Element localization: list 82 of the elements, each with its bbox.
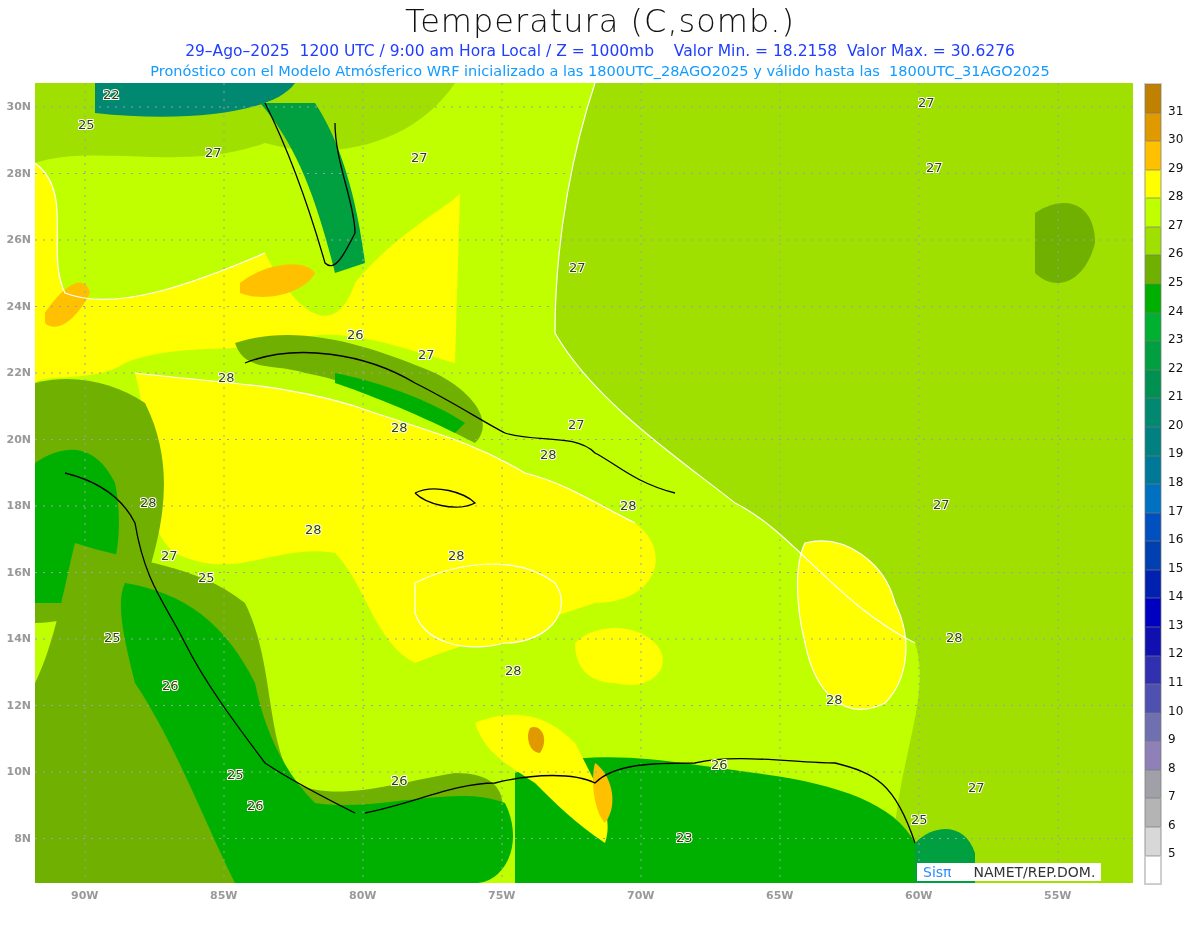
longitude-label: 60W — [905, 889, 933, 902]
longitude-label: 55W — [1044, 889, 1072, 902]
contour-label: 28 — [620, 498, 637, 513]
contour-label: 27 — [205, 145, 222, 160]
colorbar-label: 31 — [1168, 103, 1184, 118]
longitude-label: 75W — [488, 889, 516, 902]
colorbar-label: 19 — [1168, 446, 1184, 461]
credit-logo: Sisπ — [923, 864, 952, 880]
longitude-label: 70W — [627, 889, 655, 902]
colorbar-label: 16 — [1168, 532, 1184, 547]
latitude-label: 10N — [6, 765, 31, 778]
colorbar-label: 24 — [1168, 303, 1184, 318]
chart-description: Pronóstico con el Modelo Atmósferico WRF inicializado a las 1800UTC_28AGO2025 y válido hasta las 1800UTC_31AGO2025 — [150, 63, 1050, 79]
contour-label: 27 — [569, 260, 586, 275]
contour-label: 28 — [218, 370, 235, 385]
contour-label: 28 — [305, 522, 322, 537]
colorbar-label: 29 — [1168, 160, 1184, 175]
colorbar-label: 13 — [1168, 617, 1184, 632]
chart-subtitle: 29–Ago–2025 1200 UTC / 9:00 am Hora Local / Z = 1000mb Valor Min. = 18.2158 Valor Max. = 30.6276 — [185, 42, 1015, 60]
contour-label: 26 — [347, 327, 364, 342]
contour-label: 27 — [926, 160, 943, 175]
contour-label: 26 — [162, 678, 179, 693]
contour-label: 27 — [161, 548, 178, 563]
colorbar-label: 11 — [1168, 675, 1184, 689]
colorbar-label: 6 — [1168, 817, 1176, 832]
contour-label: 28 — [391, 420, 408, 435]
latitude-label: 24N — [6, 299, 31, 313]
contour-label: 25 — [104, 630, 121, 645]
longitude-label: 90W — [71, 889, 99, 902]
colorbar-label: 9 — [1168, 732, 1176, 747]
contour-label: 27 — [968, 780, 985, 795]
colorbar-label: 25 — [1168, 275, 1184, 289]
latitude-label: 14N — [6, 632, 31, 645]
contour-label: 23 — [676, 830, 693, 845]
latitude-label: 30N — [6, 100, 31, 113]
colorbar-label: 23 — [1168, 332, 1184, 347]
credit-text: NAMET/REP.DOM. — [973, 864, 1096, 880]
longitude-label: 80W — [349, 889, 377, 902]
latitude-label: 26N — [6, 233, 31, 246]
colorbar-label: 18 — [1168, 475, 1184, 489]
colorbar-label: 12 — [1168, 646, 1184, 661]
colorbar-label: 22 — [1168, 360, 1184, 375]
colorbar-label: 5 — [1168, 846, 1176, 861]
contour-label: 28 — [140, 495, 157, 510]
contour-label: 27 — [411, 150, 428, 165]
contour-label: 28 — [448, 548, 465, 563]
latitude-label: 18N — [6, 499, 31, 512]
contour-label: 28 — [540, 447, 557, 462]
longitude-label: 65W — [766, 889, 794, 902]
contour-label: 27 — [418, 347, 435, 362]
colorbar-label: 7 — [1168, 789, 1176, 804]
colorbar-label: 26 — [1168, 246, 1184, 261]
contour-label: 25 — [227, 767, 244, 782]
contour-label: 25 — [198, 570, 215, 585]
contour-label: 22 — [103, 87, 120, 102]
chart-title: Temperatura (C,somb.) — [405, 2, 795, 40]
contour-label: 28 — [946, 630, 963, 645]
latitude-label: 20N — [6, 432, 31, 446]
colorbar-label: 20 — [1168, 417, 1184, 432]
contour-label: 25 — [911, 812, 928, 827]
contour-label: 25 — [78, 117, 95, 132]
colorbar-label: 14 — [1168, 589, 1184, 604]
contour-label: 27 — [918, 95, 935, 110]
colorbar-label: 15 — [1168, 560, 1184, 575]
contour-label: 27 — [933, 497, 950, 512]
colorbar-label: 28 — [1168, 189, 1184, 204]
colorbar-label: 10 — [1168, 703, 1184, 718]
latitude-label: 8N — [14, 831, 31, 845]
colorbar-label: 21 — [1168, 389, 1184, 404]
longitude-label: 85W — [210, 889, 238, 902]
contour-label: 26 — [391, 773, 408, 788]
colorbar-label: 8 — [1168, 760, 1176, 775]
latitude-label: 28N — [6, 166, 31, 180]
colorbar-label: 17 — [1168, 503, 1184, 518]
colorbar-label: 27 — [1168, 217, 1184, 232]
latitude-label: 22N — [6, 366, 31, 379]
contour-label: 26 — [247, 798, 264, 813]
latitude-label: 16N — [6, 565, 31, 579]
contour-label: 27 — [568, 417, 585, 432]
contour-label: 28 — [505, 663, 522, 678]
latitude-label: 12N — [6, 698, 31, 712]
colorbar-label: 30 — [1168, 132, 1184, 147]
